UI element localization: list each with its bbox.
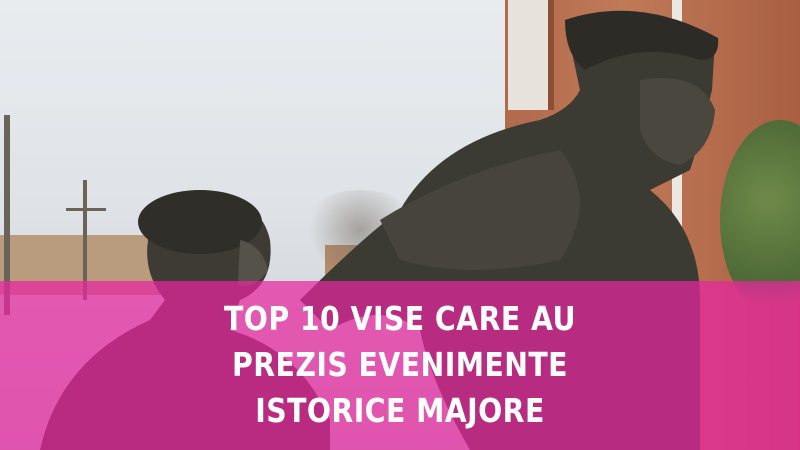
headline-line-2: PREZIS EVENIMENTE [232,345,568,384]
headline-line-3: ISTORICE MAJORE [255,391,545,430]
headline-line-1: TOP 10 VISE CARE AU [223,299,576,338]
headline: TOP 10 VISE CARE AU PREZIS EVENIMENTE IS… [56,296,744,434]
thumbnail-image: TOP 10 VISE CARE AU PREZIS EVENIMENTE IS… [0,0,800,450]
